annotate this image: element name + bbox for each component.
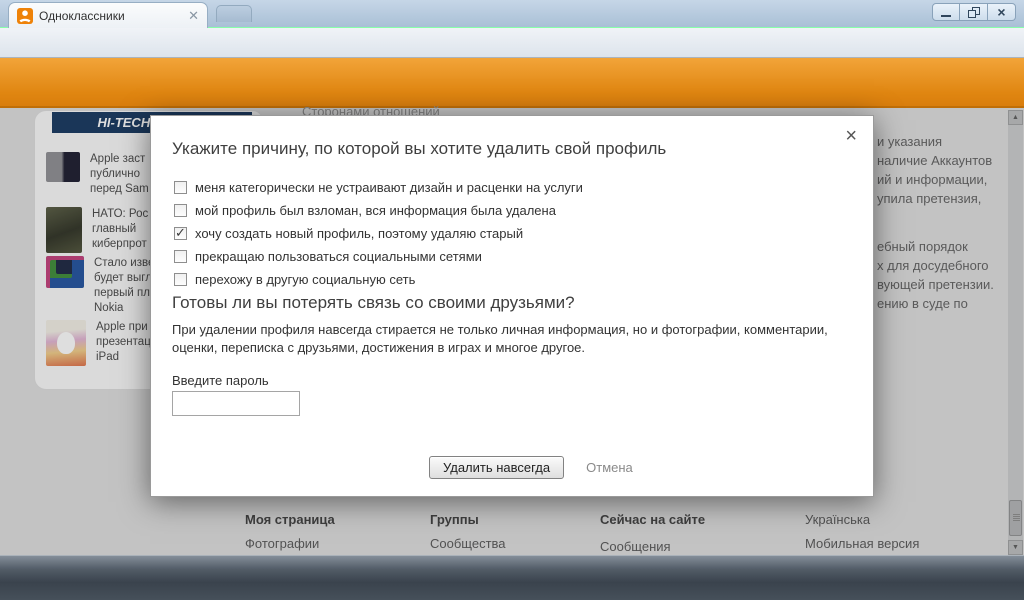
footer-col-groups: Группы Сообщества <box>430 512 506 551</box>
news-thumbnail <box>46 207 82 253</box>
footer-col-online: Сейчас на сайте Сообщения <box>600 512 705 554</box>
checkbox[interactable] <box>174 273 187 286</box>
dialog-subtitle: Готовы ли вы потерять связь со своими др… <box>172 293 575 312</box>
password-field[interactable] <box>172 391 300 416</box>
ok-favicon <box>17 7 33 24</box>
reason-option[interactable]: мой профиль был взломан, вся информация … <box>174 199 583 222</box>
window-close-button[interactable]: × <box>988 3 1016 21</box>
footer-header[interactable]: Моя страница <box>245 512 335 527</box>
scrollbar-thumb[interactable] <box>1009 500 1022 536</box>
scroll-up-arrow[interactable]: ▲ <box>1008 110 1023 125</box>
footer-link[interactable]: Сообщения <box>600 539 705 554</box>
news-thumbnail <box>46 152 80 182</box>
close-icon: × <box>997 4 1006 20</box>
footer-header[interactable]: Группы <box>430 512 506 527</box>
delete-forever-button[interactable]: Удалить навсегда <box>429 456 565 479</box>
cancel-link[interactable]: Отмена <box>586 460 633 475</box>
ok-navbar: моя страница Сообщения Обсуждения Оповещ… <box>0 58 1024 159</box>
reason-option[interactable]: перехожу в другую социальную сеть <box>174 268 583 291</box>
password-label: Введите пароль <box>172 373 269 388</box>
dialog-warning-text: При удалении профиля навсегда стирается … <box>172 322 828 355</box>
dialog-title: Укажите причину, по которой вы хотите уд… <box>172 139 667 158</box>
tab-title: Одноклассники <box>39 8 125 23</box>
checkbox[interactable] <box>174 250 187 263</box>
page-scrollbar[interactable]: ▲ ▼ <box>1008 110 1023 555</box>
reason-option[interactable]: хочу создать новый профиль, поэтому удал… <box>174 222 583 245</box>
footer-col-lang: Українська Мобильная версия <box>805 512 919 551</box>
scroll-down-arrow[interactable]: ▼ <box>1008 540 1023 555</box>
checkbox[interactable] <box>174 181 187 194</box>
reason-list: меня категорически не устраивают дизайн … <box>174 176 583 291</box>
delete-profile-dialog: × Укажите причину, по которой вы хотите … <box>150 115 874 497</box>
reason-option[interactable]: меня категорически не устраивают дизайн … <box>174 176 583 199</box>
reason-option[interactable]: прекращаю пользоваться социальными сетям… <box>174 245 583 268</box>
footer-link[interactable]: Фотографии <box>245 536 335 551</box>
regulations-text-fragment: ебный порядок х для досудебного вующей п… <box>877 239 994 311</box>
windows-taskbar: S EN ▲ 15:14 21.10.2012 <box>0 555 1024 600</box>
footer-link[interactable]: Мобильная версия <box>805 536 919 551</box>
footer-col-my-page: Моя страница Фотографии <box>245 512 335 551</box>
minimize-icon <box>941 14 951 17</box>
checkbox[interactable] <box>174 225 187 241</box>
footer-link[interactable]: Українська <box>805 512 919 527</box>
news-thumbnail <box>46 320 86 366</box>
checkbox[interactable] <box>174 204 187 217</box>
new-tab-button[interactable] <box>216 5 252 22</box>
browser-titlebar: Одноклассники ✕ × <box>0 0 1024 28</box>
dialog-close-icon[interactable]: × <box>845 126 857 146</box>
browser-toolbar: ← → ↻ ⌂ www.odnoklassniki.ru/regulations… <box>0 28 1024 83</box>
restore-icon <box>967 6 980 18</box>
footer-link[interactable]: Сообщества <box>430 536 506 551</box>
tab-close-icon[interactable]: ✕ <box>188 9 199 22</box>
footer-header[interactable]: Сейчас на сайте <box>600 512 705 527</box>
regulations-text-fragment: и указания наличие Аккаунтов ий и информ… <box>877 134 993 206</box>
browser-tab[interactable]: Одноклассники ✕ <box>8 2 208 28</box>
window-minimize-button[interactable] <box>932 3 960 21</box>
window-restore-button[interactable] <box>960 3 988 21</box>
news-thumbnail <box>46 256 84 288</box>
